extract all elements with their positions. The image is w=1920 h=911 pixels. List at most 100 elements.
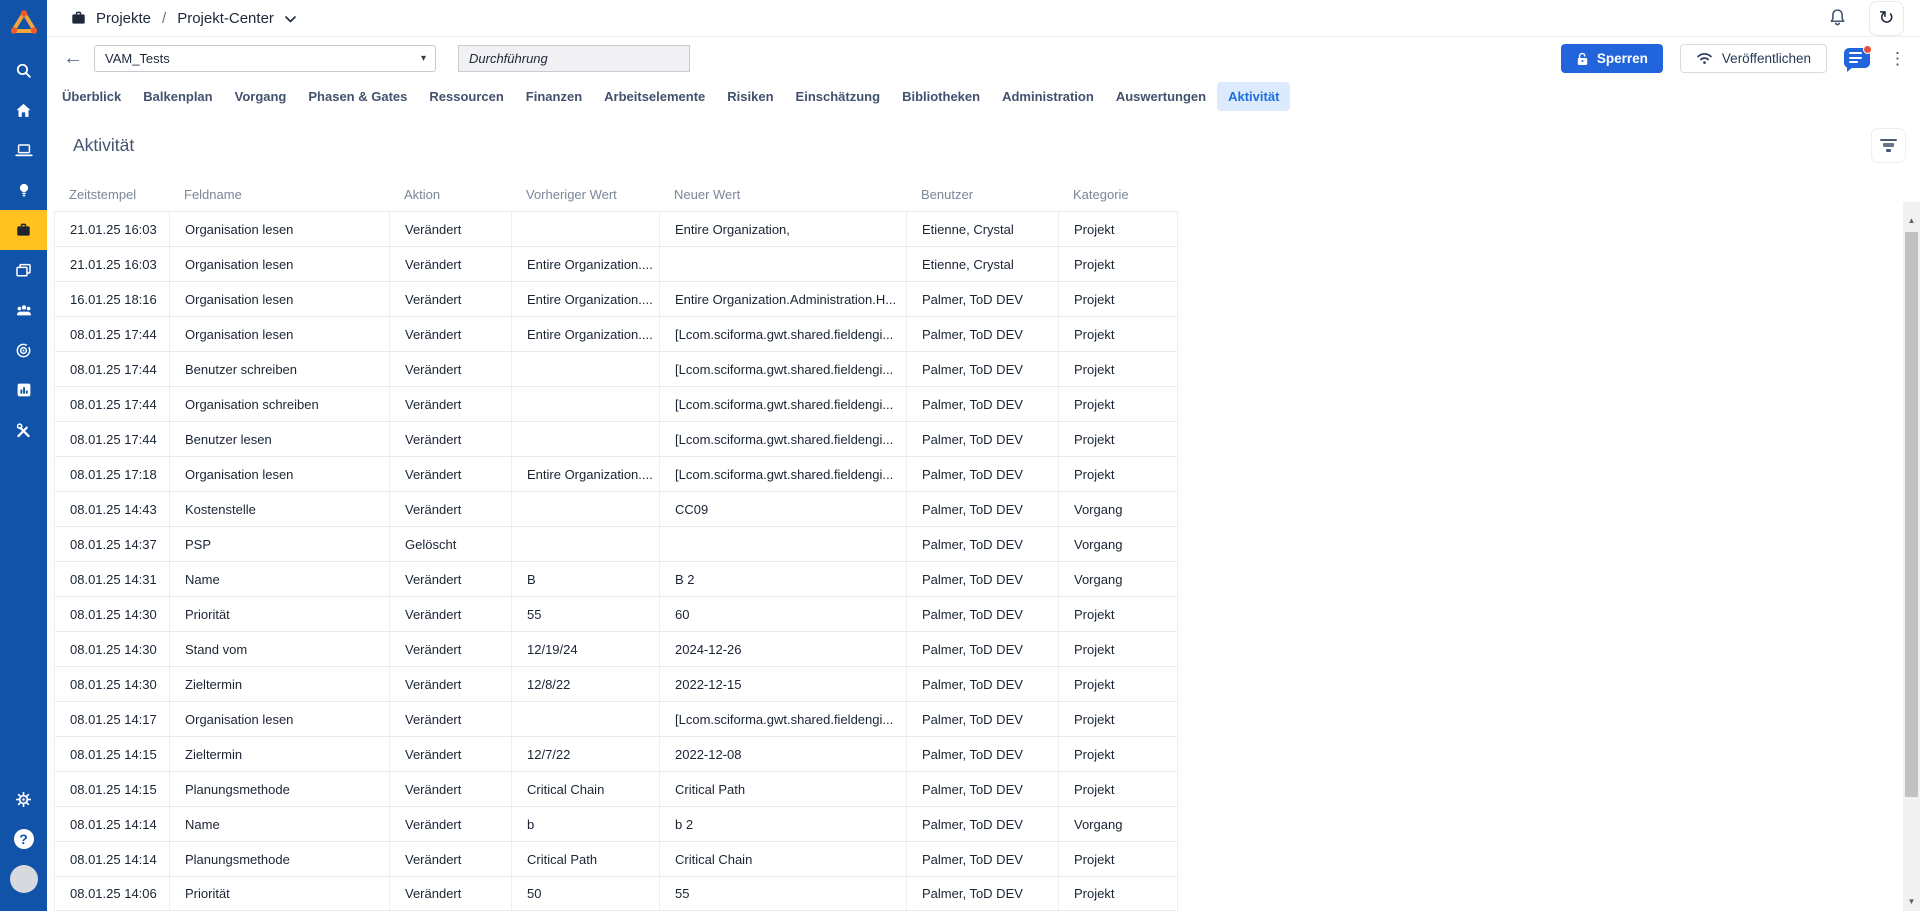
lock-button[interactable]: Sperren <box>1561 44 1663 73</box>
table-row[interactable]: 08.01.25 14:14NameVerändertbb 2Palmer, T… <box>54 806 1178 841</box>
tab-finanzen[interactable]: Finanzen <box>515 82 593 111</box>
table-row[interactable]: 08.01.25 14:37PSPGelöschtPalmer, ToD DEV… <box>54 526 1178 561</box>
bell-icon <box>1828 8 1847 28</box>
table-row[interactable]: 21.01.25 16:03Organisation lesenVeränder… <box>54 246 1178 281</box>
tab-auswertungen[interactable]: Auswertungen <box>1105 82 1217 111</box>
bar-chart-icon <box>16 382 32 398</box>
table-cell: Planungsmethode <box>169 842 389 876</box>
scroll-up-arrow[interactable]: ▲ <box>1903 212 1920 228</box>
lightbulb-icon <box>16 182 32 199</box>
column-header[interactable]: Feldname <box>169 187 389 202</box>
table-row[interactable]: 08.01.25 14:17Organisation lesenVeränder… <box>54 701 1178 736</box>
tab-aktivit-t[interactable]: Aktivität <box>1217 82 1290 111</box>
filter-button[interactable] <box>1871 128 1906 163</box>
table-cell: Zieltermin <box>169 737 389 771</box>
scroll-down-arrow[interactable]: ▼ <box>1903 893 1920 909</box>
sidebar-item-help[interactable]: ? <box>0 819 47 859</box>
table-cell: B <box>511 562 659 596</box>
tab--berblick[interactable]: Überblick <box>51 82 132 111</box>
scroll-thumb[interactable] <box>1905 232 1918 797</box>
tab-risiken[interactable]: Risiken <box>716 82 784 111</box>
table-row[interactable]: 08.01.25 14:06PrioritätVerändert5055Palm… <box>54 876 1178 911</box>
lock-button-label: Sperren <box>1597 51 1648 66</box>
table-cell: 08.01.25 14:30 <box>54 632 169 666</box>
sidebar-item-settings[interactable] <box>0 779 47 819</box>
vertical-scrollbar[interactable]: ▲ ▼ <box>1903 202 1920 911</box>
table-row[interactable]: 08.01.25 14:15ZielterminVerändert12/7/22… <box>54 736 1178 771</box>
table-row[interactable]: 08.01.25 14:30Stand vomVerändert12/19/24… <box>54 631 1178 666</box>
table-cell: Critical Path <box>659 772 906 806</box>
breadcrumb[interactable]: Projekte / Projekt-Center <box>70 10 296 27</box>
table-row[interactable]: 08.01.25 17:44Organisation lesenVeränder… <box>54 316 1178 351</box>
table-cell: Critical Chain <box>659 842 906 876</box>
tab-vorgang[interactable]: Vorgang <box>224 82 298 111</box>
column-header[interactable]: Vorheriger Wert <box>511 187 659 202</box>
breadcrumb-section[interactable]: Projekte <box>96 10 151 27</box>
back-button[interactable]: ← <box>60 47 86 70</box>
tab-administration[interactable]: Administration <box>991 82 1105 111</box>
sidebar-item-goals[interactable] <box>0 330 47 370</box>
column-header[interactable]: Aktion <box>389 187 511 202</box>
notification-badge <box>1863 45 1872 54</box>
table-row[interactable]: 08.01.25 14:43KostenstelleVerändertCC09P… <box>54 491 1178 526</box>
table-cell: Palmer, ToD DEV <box>906 702 1058 736</box>
table-row[interactable]: 08.01.25 14:30ZielterminVerändert12/8/22… <box>54 666 1178 701</box>
table-cell: Verändert <box>389 562 511 596</box>
logo-triangle-icon <box>11 10 37 34</box>
column-header[interactable]: Kategorie <box>1058 187 1178 202</box>
table-cell: 08.01.25 17:44 <box>54 387 169 421</box>
table-cell <box>511 352 659 386</box>
sidebar-item-reports[interactable] <box>0 370 47 410</box>
more-options-button[interactable]: ⋮ <box>1889 50 1906 67</box>
tab-phasen-gates[interactable]: Phasen & Gates <box>297 82 418 111</box>
table-cell <box>511 527 659 561</box>
table-row[interactable]: 08.01.25 14:31NameVerändertBB 2Palmer, T… <box>54 561 1178 596</box>
refresh-button[interactable]: ↻ <box>1869 1 1904 36</box>
tab-arbeitselemente[interactable]: Arbeitselemente <box>593 82 716 111</box>
sidebar-item-devices[interactable] <box>0 130 47 170</box>
tab-ressourcen[interactable]: Ressourcen <box>418 82 514 111</box>
table-cell: Verändert <box>389 492 511 526</box>
table-row[interactable]: 16.01.25 18:16Organisation lesenVeränder… <box>54 281 1178 316</box>
sidebar-item-user[interactable] <box>0 859 47 899</box>
sidebar-item-ideas[interactable] <box>0 170 47 210</box>
column-header[interactable]: Neuer Wert <box>659 187 906 202</box>
publish-button[interactable]: Veröffentlichen <box>1680 44 1827 73</box>
app-logo[interactable] <box>0 0 47 44</box>
tab-balkenplan[interactable]: Balkenplan <box>132 82 223 111</box>
tab-bibliotheken[interactable]: Bibliotheken <box>891 82 991 111</box>
project-select[interactable]: VAM_Tests ▾ <box>94 45 436 72</box>
column-header[interactable]: Zeitstempel <box>54 187 169 202</box>
table-row[interactable]: 21.01.25 16:03Organisation lesenVeränder… <box>54 211 1178 246</box>
sidebar-item-tools[interactable] <box>0 410 47 450</box>
table-cell: 21.01.25 16:03 <box>54 247 169 281</box>
help-icon: ? <box>14 829 34 849</box>
table-row[interactable]: 08.01.25 14:30PrioritätVerändert5560Palm… <box>54 596 1178 631</box>
chat-button[interactable] <box>1844 46 1872 72</box>
table-row[interactable]: 08.01.25 17:18Organisation lesenVeränder… <box>54 456 1178 491</box>
tab-einsch-tzung[interactable]: Einschätzung <box>785 82 892 111</box>
sidebar-item-search[interactable] <box>0 50 47 90</box>
table-cell: Entire Organization, <box>659 212 906 246</box>
table-cell: Planungsmethode <box>169 772 389 806</box>
phase-field[interactable]: Durchführung <box>458 45 690 72</box>
table-row[interactable]: 08.01.25 14:15PlanungsmethodeVerändertCr… <box>54 771 1178 806</box>
breadcrumb-page[interactable]: Projekt-Center <box>177 10 274 27</box>
sidebar-item-portfolios[interactable] <box>0 250 47 290</box>
table-cell: Projekt <box>1058 772 1178 806</box>
briefcase-icon <box>15 222 32 238</box>
kebab-icon: ⋮ <box>1889 49 1906 68</box>
table-cell: Projekt <box>1058 317 1178 351</box>
table-row[interactable]: 08.01.25 14:14PlanungsmethodeVerändertCr… <box>54 841 1178 876</box>
table-row[interactable]: 08.01.25 17:44Benutzer schreibenVeränder… <box>54 351 1178 386</box>
table-cell: 2024-12-26 <box>659 632 906 666</box>
notifications-button[interactable] <box>1828 8 1847 28</box>
table-row[interactable]: 08.01.25 17:44Benutzer lesenVerändert[Lc… <box>54 421 1178 456</box>
sidebar-item-home[interactable] <box>0 90 47 130</box>
table-cell: Palmer, ToD DEV <box>906 387 1058 421</box>
sidebar-item-resources[interactable] <box>0 290 47 330</box>
sidebar-item-projects[interactable] <box>0 210 47 250</box>
table-row[interactable]: 08.01.25 17:44Organisation schreibenVerä… <box>54 386 1178 421</box>
column-header[interactable]: Benutzer <box>906 187 1058 202</box>
table-cell: Organisation lesen <box>169 457 389 491</box>
